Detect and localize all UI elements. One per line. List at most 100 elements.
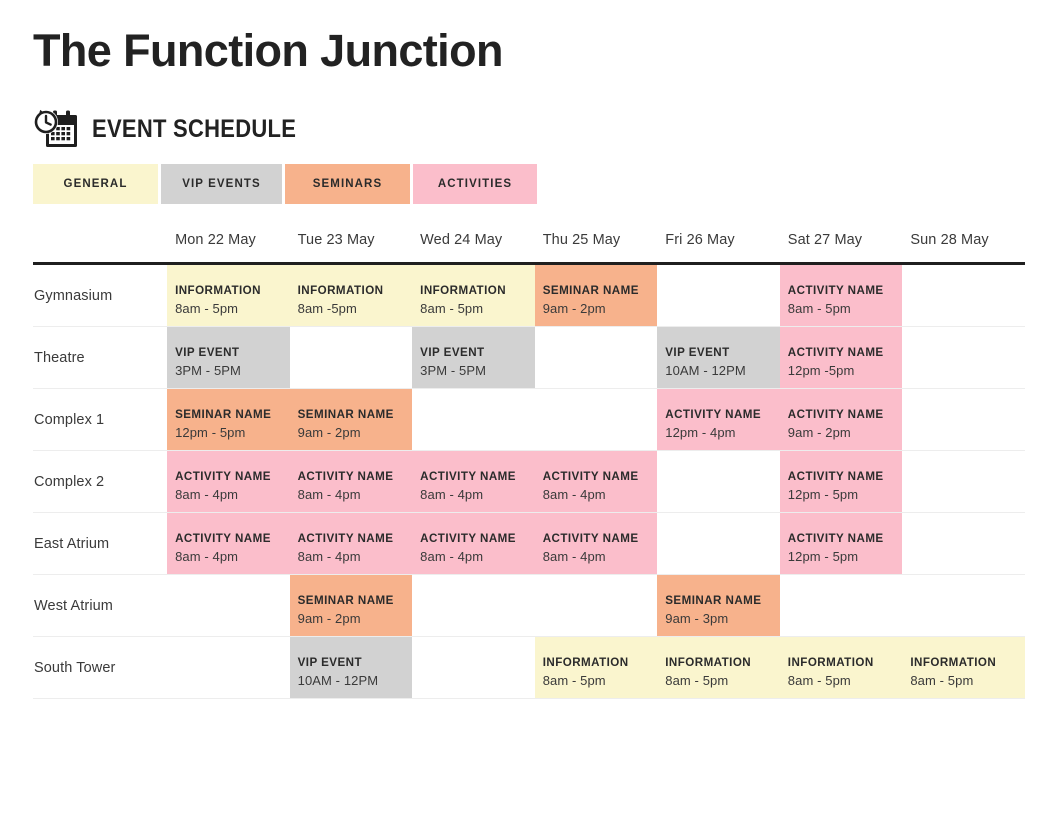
schedule-cell-empty: [902, 327, 1025, 389]
schedule-cell-seminar[interactable]: SEMINAR NAME 9am - 2pm: [534, 264, 658, 327]
legend-tab-vip[interactable]: VIP EVENTS: [161, 164, 282, 204]
schedule-cell-content: SEMINAR NAME 9am - 2pm: [534, 265, 658, 326]
legend-tab-seminar[interactable]: SEMINARS: [285, 164, 410, 204]
event-name: SEMINAR NAME: [297, 408, 394, 421]
schedule-cell-vip[interactable]: VIP EVENT 3PM - 5PM: [412, 327, 535, 389]
table-row: Complex 1 SEMINAR NAME 12pm - 5pm SEMINAR N…: [33, 388, 1025, 451]
schedule-cell-empty: [902, 264, 1025, 327]
event-time: 8am - 4pm: [175, 549, 239, 564]
legend-tab-general[interactable]: GENERAL: [33, 164, 158, 204]
schedule-cell-activity[interactable]: ACTIVITY NAME 8am - 5pm: [779, 264, 903, 327]
schedule-cell-empty: [412, 575, 535, 637]
schedule-cell-content: [902, 389, 1025, 450]
table-row: Complex 2 ACTIVITY NAME 8am - 4pm ACTIVITY …: [33, 450, 1025, 513]
schedule-cell-activity[interactable]: ACTIVITY NAME 9am - 2pm: [779, 389, 903, 451]
schedule-cell-general[interactable]: INFORMATION 8am - 5pm: [412, 264, 535, 327]
schedule-cell-content: [412, 637, 535, 698]
schedule-cell-activity[interactable]: ACTIVITY NAME 8am - 4pm: [167, 513, 290, 575]
schedule-cell-content: ACTIVITY NAME 8am - 4pm: [412, 513, 535, 574]
event-name: VIP EVENT: [175, 346, 240, 359]
schedule-cell-empty: [902, 389, 1025, 451]
event-name: SEMINAR NAME: [175, 408, 272, 421]
day-header: Thu 25 May: [542, 232, 621, 248]
schedule-cell-activity[interactable]: ACTIVITY NAME 8am - 4pm: [534, 451, 658, 513]
event-name: VIP EVENT: [297, 656, 363, 669]
schedule-cell-empty: [535, 327, 658, 389]
schedule-cell-general[interactable]: INFORMATION 8am - 5pm: [902, 637, 1025, 699]
schedule-cell-activity[interactable]: ACTIVITY NAME 12pm - 5pm: [779, 451, 903, 513]
schedule-cell-vip[interactable]: VIP EVENT 10AM - 12PM: [657, 327, 780, 389]
table-row: West Atrium SEMINAR NAME 9am - 2pm SEMINAR …: [33, 574, 1025, 637]
schedule-cell-vip[interactable]: VIP EVENT 3PM - 5PM: [167, 327, 290, 389]
event-name: SEMINAR NAME: [665, 594, 762, 607]
event-name: SEMINAR NAME: [542, 284, 639, 297]
schedule-cell-seminar[interactable]: SEMINAR NAME 9am - 3pm: [657, 575, 780, 637]
event-time: 8am - 4pm: [542, 487, 606, 502]
schedule-cell-seminar[interactable]: SEMINAR NAME 9am - 2pm: [289, 389, 413, 451]
schedule-cell-content: VIP EVENT 10AM - 12PM: [657, 327, 780, 388]
schedule-cell-content: ACTIVITY NAME 8am - 4pm: [167, 513, 290, 574]
schedule-cell-content: INFORMATION 8am - 5pm: [779, 637, 903, 698]
event-time: 8am - 4pm: [297, 487, 361, 502]
schedule-cell-content: [167, 637, 290, 698]
table-row: South Tower VIP EVENT 10AM - 12PM INFORMATI…: [33, 636, 1025, 699]
schedule-cell-activity[interactable]: ACTIVITY NAME 12pm - 4pm: [657, 389, 780, 451]
event-name: INFORMATION: [175, 284, 261, 297]
schedule-cell-seminar[interactable]: SEMINAR NAME 12pm - 5pm: [167, 389, 290, 451]
schedule-cell-empty: [902, 451, 1025, 513]
event-name: ACTIVITY NAME: [787, 346, 884, 359]
legend-tab-activity[interactable]: ACTIVITIES: [413, 164, 537, 204]
schedule-cell-activity[interactable]: ACTIVITY NAME 8am - 4pm: [412, 513, 535, 575]
event-time: 8am - 5pm: [787, 301, 851, 316]
schedule-cell-vip[interactable]: VIP EVENT 10AM - 12PM: [289, 637, 413, 699]
schedule-cell-seminar[interactable]: SEMINAR NAME 9am - 2pm: [289, 575, 413, 637]
schedule-cell-content: VIP EVENT 3PM - 5PM: [412, 327, 535, 388]
table-row: Theatre VIP EVENT 3PM - 5PM VIP EVENT 3PM - …: [33, 326, 1025, 389]
event-name: ACTIVITY NAME: [787, 284, 884, 297]
venue-label: Theatre: [34, 349, 85, 366]
schedule-cell-general[interactable]: INFORMATION 8am - 5pm: [167, 264, 290, 327]
schedule-cell-content: ACTIVITY NAME 8am - 4pm: [167, 451, 290, 512]
event-name: ACTIVITY NAME: [787, 532, 884, 545]
event-name: INFORMATION: [297, 284, 384, 297]
schedule-cell-content: ACTIVITY NAME 8am - 4pm: [412, 451, 535, 512]
schedule-cell-general[interactable]: INFORMATION 8am -5pm: [289, 264, 413, 327]
schedule-cell-activity[interactable]: ACTIVITY NAME 8am - 4pm: [289, 451, 413, 513]
schedule-cell-general[interactable]: INFORMATION 8am - 5pm: [534, 637, 658, 699]
event-time: 8am - 5pm: [910, 673, 974, 688]
day-header: Tue 23 May: [297, 232, 375, 248]
venue-label: Complex 1: [34, 411, 105, 428]
event-name: INFORMATION: [420, 284, 507, 297]
schedule-cell-content: [535, 575, 658, 636]
schedule-cell-content: SEMINAR NAME 9am - 3pm: [657, 575, 780, 636]
schedule-cell-content: INFORMATION 8am - 5pm: [657, 637, 780, 698]
schedule-cell-content: [412, 389, 535, 450]
schedule-cell-content: [657, 265, 780, 326]
section-title: EVENT SCHEDULE: [92, 114, 297, 143]
schedule-cell-activity[interactable]: ACTIVITY NAME 8am - 4pm: [534, 513, 658, 575]
schedule-cell-activity[interactable]: ACTIVITY NAME 8am - 4pm: [289, 513, 413, 575]
day-header: Mon 22 May: [175, 232, 256, 248]
schedule-cell-general[interactable]: INFORMATION 8am - 5pm: [657, 637, 780, 699]
schedule-cell-content: VIP EVENT 10AM - 12PM: [289, 637, 413, 698]
schedule-cell-content: ACTIVITY NAME 8am - 4pm: [289, 451, 413, 512]
event-time: 10AM - 12PM: [665, 363, 746, 378]
schedule-cell-activity[interactable]: ACTIVITY NAME 12pm -5pm: [779, 327, 903, 389]
event-time: 12pm - 4pm: [665, 425, 736, 440]
event-time: 9am - 2pm: [297, 425, 361, 440]
schedule-cell-activity[interactable]: ACTIVITY NAME 12pm - 5pm: [779, 513, 903, 575]
schedule-cell-content: [902, 265, 1025, 326]
schedule-cell-activity[interactable]: ACTIVITY NAME 8am - 4pm: [412, 451, 535, 513]
schedule-cell-activity[interactable]: ACTIVITY NAME 8am - 4pm: [167, 451, 290, 513]
schedule-cell-content: [902, 575, 1025, 636]
schedule-cell-content: [412, 575, 535, 636]
schedule-cell-empty: [167, 575, 290, 637]
schedule-cell-empty: [167, 637, 290, 699]
schedule-cell-general[interactable]: INFORMATION 8am - 5pm: [779, 637, 903, 699]
event-time: 10AM - 12PM: [297, 673, 379, 688]
page-title: The Function Junction: [33, 25, 503, 76]
event-name: ACTIVITY NAME: [542, 532, 639, 545]
event-time: 9am - 3pm: [665, 611, 729, 626]
schedule-cell-content: [902, 513, 1025, 574]
schedule-cell-empty: [657, 451, 780, 513]
